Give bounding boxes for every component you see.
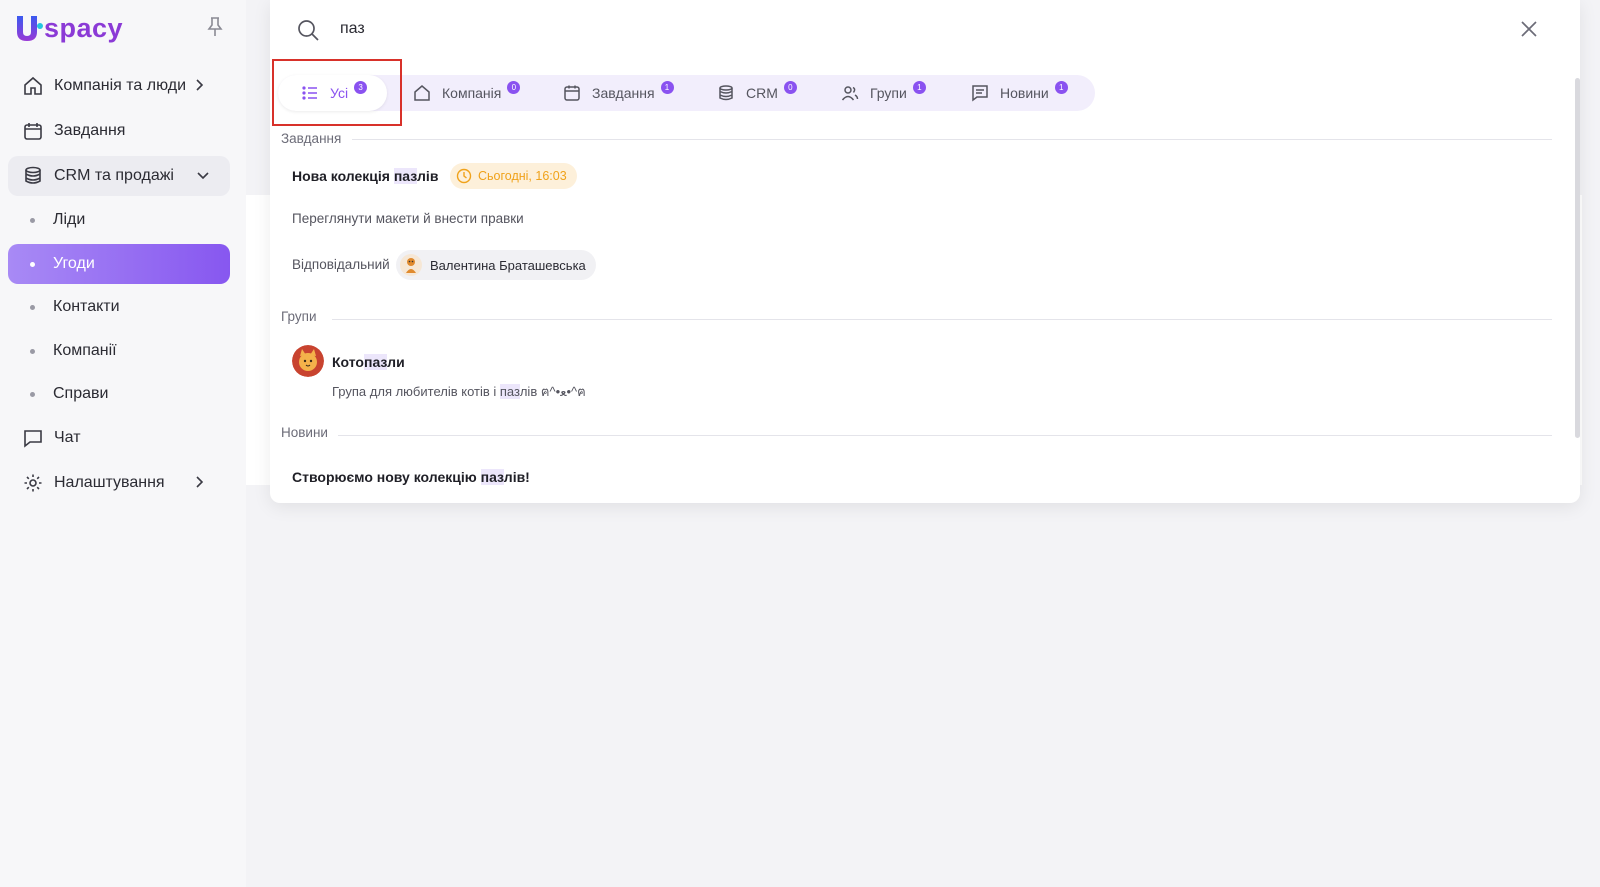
section-label-news: Новини — [281, 425, 328, 440]
match-highlight: паз — [499, 384, 520, 399]
title-text: ли — [387, 354, 405, 370]
count-badge: 1 — [1054, 80, 1068, 94]
tab-crm[interactable]: CRM 0 — [716, 75, 797, 111]
logo-text: spacy — [44, 12, 124, 43]
search-bar — [270, 0, 1580, 58]
group-description: Група для любителів котів і пазлів ฅ^•ﻌ•… — [332, 381, 586, 402]
close-icon[interactable] — [1520, 20, 1538, 38]
search-panel: Усі 3 Компанія 0 Завдання 1 CRM 0 — [270, 0, 1580, 503]
tab-tasks[interactable]: Завдання 1 — [562, 75, 674, 111]
section-label-tasks: Завдання — [281, 131, 342, 146]
sidebar: spacy Компанія та люди Завдання CRM та п… — [0, 0, 246, 887]
home-icon — [22, 75, 44, 97]
chat-icon — [22, 427, 44, 449]
responsible-name: Валентина Браташевська — [430, 257, 586, 273]
title-text: Створюємо нову колекцію — [292, 469, 481, 485]
sidebar-subitem-label: Компанії — [53, 342, 117, 359]
responsible-label: Відповідальний — [292, 257, 390, 272]
scrollbar[interactable] — [1575, 78, 1580, 438]
tab-news[interactable]: Новини 1 — [970, 75, 1068, 111]
sidebar-item-tasks[interactable]: Завдання — [8, 111, 230, 151]
sidebar-item-company-people[interactable]: Компанія та люди — [8, 66, 230, 106]
clock-icon — [456, 168, 472, 184]
sidebar-item-label: CRM та продажі — [54, 167, 174, 184]
sidebar-item-label: Завдання — [54, 122, 126, 139]
match-highlight: паз — [480, 469, 504, 485]
tab-label: Завдання — [592, 85, 655, 101]
chevron-right-icon — [196, 476, 204, 488]
avatar — [400, 254, 422, 276]
database-icon — [22, 165, 44, 187]
sidebar-subitem-activities[interactable]: Справи — [8, 374, 230, 414]
tab-label: CRM — [746, 85, 778, 101]
logo[interactable]: spacy — [14, 12, 123, 44]
bullet-dot — [30, 217, 35, 223]
sidebar-subitem-companies[interactable]: Компанії — [8, 331, 230, 371]
deadline-text: Сьогодні, 16:03 — [478, 169, 567, 183]
section-divider — [332, 319, 1552, 320]
users-icon — [840, 83, 860, 103]
sidebar-item-settings[interactable]: Налаштування — [8, 463, 230, 503]
group-avatar[interactable] — [292, 345, 324, 377]
title-text: лів — [417, 168, 439, 184]
sidebar-subitem-contacts[interactable]: Контакти — [8, 287, 230, 327]
sidebar-item-label: Налаштування — [54, 474, 165, 491]
pin-icon[interactable] — [206, 16, 224, 38]
deadline-chip: Сьогодні, 16:03 — [450, 163, 577, 189]
responsible-chip[interactable]: Валентина Браташевська — [396, 250, 596, 280]
search-icon — [298, 20, 319, 41]
section-divider — [352, 139, 1552, 140]
group-result-title[interactable]: Котопазли — [332, 354, 405, 370]
count-badge: 1 — [912, 80, 926, 94]
sidebar-subitem-label: Угоди — [53, 255, 95, 272]
task-result-title[interactable]: Нова колекція пазлів — [292, 168, 438, 184]
news-result-title[interactable]: Створюємо нову колекцію пазлів! — [292, 469, 530, 485]
title-text: Нова колекція — [292, 168, 394, 184]
gear-icon — [22, 472, 44, 494]
sidebar-subitem-deals[interactable]: Угоди — [8, 244, 230, 284]
section-divider — [338, 435, 1552, 436]
title-text: лів! — [503, 469, 530, 485]
count-badge: 0 — [783, 80, 797, 94]
bullet-dot — [30, 304, 35, 310]
tab-label: Компанія — [442, 85, 502, 101]
sidebar-item-label: Компанія та люди — [54, 77, 187, 94]
task-description: Переглянути макети й внести правки — [292, 211, 524, 226]
chevron-down-icon — [197, 172, 209, 180]
section-label-groups: Групи — [281, 309, 317, 324]
chevron-right-icon — [196, 79, 204, 91]
sidebar-subitem-label: Справи — [53, 385, 109, 402]
annotation-highlight-box — [272, 59, 402, 126]
database-icon — [716, 83, 736, 103]
sidebar-item-label: Чат — [54, 429, 81, 446]
calendar-icon — [562, 83, 582, 103]
bullet-dot — [30, 261, 35, 267]
match-highlight: паз — [363, 354, 388, 370]
sidebar-item-crm-sales[interactable]: CRM та продажі — [8, 156, 230, 196]
title-text: Кото — [332, 354, 364, 370]
calendar-icon — [22, 120, 44, 142]
count-badge: 1 — [660, 80, 674, 94]
sidebar-subitem-label: Ліди — [53, 211, 86, 228]
home-icon — [412, 83, 432, 103]
message-icon — [970, 83, 990, 103]
match-highlight: паз — [393, 168, 418, 184]
tab-label: Групи — [870, 85, 907, 101]
sidebar-item-chat[interactable]: Чат — [8, 418, 230, 458]
search-input[interactable] — [340, 14, 1440, 44]
logo-mark-icon — [17, 16, 43, 41]
tab-label: Новини — [1000, 85, 1049, 101]
bullet-dot — [30, 391, 35, 397]
sidebar-subitem-leads[interactable]: Ліди — [8, 200, 230, 240]
bullet-dot — [30, 348, 35, 354]
count-badge: 0 — [507, 80, 521, 94]
tab-groups[interactable]: Групи 1 — [840, 75, 926, 111]
description-text: лів ฅ^•ﻌ•^ฅ — [519, 384, 586, 399]
tab-company[interactable]: Компанія 0 — [412, 75, 521, 111]
sidebar-subitem-label: Контакти — [53, 298, 120, 315]
description-text: Група для любителів котів і — [332, 384, 500, 399]
